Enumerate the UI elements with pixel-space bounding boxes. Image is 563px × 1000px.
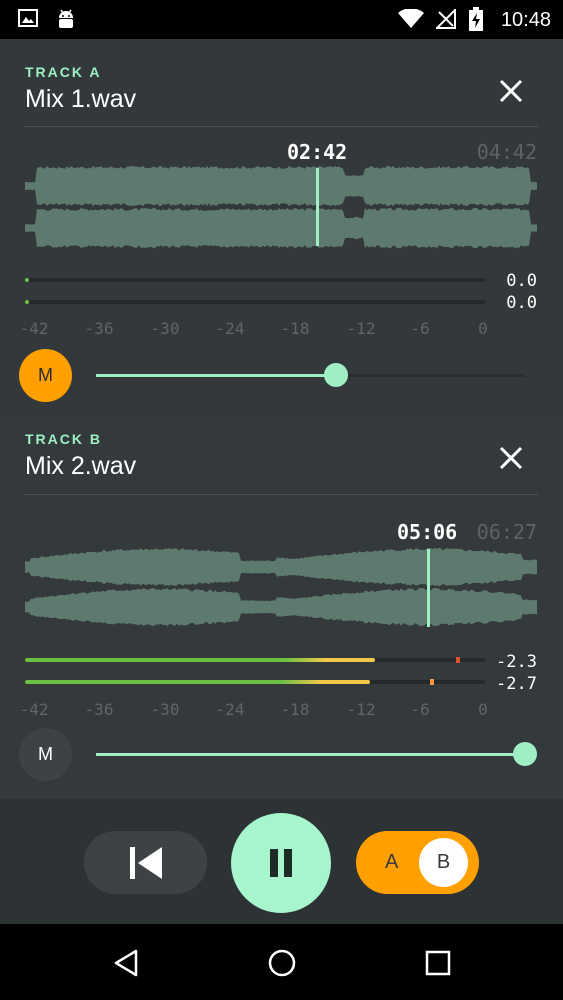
track-b-volume-thumb[interactable] [513, 742, 537, 766]
transport-controls: A B [0, 799, 563, 924]
track-a-meter-left-value: 0.0 [506, 271, 537, 291]
divider [25, 494, 538, 495]
scale-tick: -42 [19, 319, 49, 338]
track-b-meter-left-value: -2.3 [496, 652, 537, 672]
track-b-filename: Mix 2.wav [25, 452, 137, 480]
track-b-mute-button[interactable]: M [19, 728, 72, 781]
track-b-volume-fill [96, 753, 525, 756]
no-signal-icon [436, 9, 456, 29]
scale-tick: -6 [410, 319, 430, 338]
track-b-playhead[interactable] [427, 549, 430, 627]
track-b-waveform[interactable] [25, 547, 538, 627]
navigation-bar [0, 924, 563, 1000]
track-b-duration: 06:27 [476, 520, 537, 544]
scale-tick: -36 [84, 700, 114, 719]
track-b-meter-right-value: -2.7 [496, 674, 537, 694]
wifi-icon [398, 9, 424, 28]
track-a-waveform[interactable] [25, 165, 538, 249]
track-a-volume-thumb[interactable] [324, 363, 349, 387]
ab-option-a[interactable]: A [385, 851, 398, 874]
track-a-playhead[interactable] [316, 168, 319, 246]
waveform-channel [25, 587, 537, 627]
divider [25, 126, 538, 127]
scale-tick: -30 [150, 700, 180, 719]
back-icon[interactable] [112, 948, 140, 978]
scale-tick: -18 [280, 700, 310, 719]
waveform-channel [25, 207, 537, 249]
scale-tick: -42 [19, 700, 49, 719]
status-time: 10:48 [500, 9, 551, 31]
pause-icon [270, 849, 292, 877]
track-b-label: TRACK B [25, 431, 102, 447]
ab-switch[interactable]: A B [356, 831, 479, 894]
scale-tick: -24 [215, 319, 245, 338]
track-b-peak-right [430, 679, 434, 685]
track-b-meter-right [25, 679, 485, 685]
track-a-meter-left [25, 278, 485, 282]
track-b-meter-left [25, 657, 485, 663]
track-a-filename: Mix 1.wav [25, 85, 137, 113]
track-a-label: TRACK A [25, 64, 102, 80]
track-b-panel: TRACK B Mix 2.wav 05:06 06:27 -2.3 -2.7 … [0, 419, 563, 799]
ab-option-b[interactable]: B [419, 838, 468, 887]
track-a-position: 02:42 [287, 140, 348, 164]
track-a-volume-fill [96, 374, 337, 377]
track-a-db-scale: -42 -36 -30 -24 -18 -12 -6 0 [0, 319, 563, 339]
track-a-meter-right [25, 300, 485, 304]
track-b-position: 05:06 [397, 520, 458, 544]
skip-previous-button[interactable] [84, 831, 207, 894]
recents-icon[interactable] [424, 948, 452, 978]
scale-tick: -30 [150, 319, 180, 338]
home-icon[interactable] [267, 948, 297, 978]
scale-tick: -6 [410, 700, 430, 719]
scale-tick: 0 [478, 319, 488, 338]
close-icon[interactable] [497, 444, 525, 472]
scale-tick: 0 [478, 700, 488, 719]
android-icon [59, 9, 73, 28]
track-a-duration: 04:42 [476, 140, 537, 164]
scale-tick: -12 [346, 319, 376, 338]
track-a-meter-right-value: 0.0 [506, 293, 537, 313]
scale-tick: -36 [84, 319, 114, 338]
image-icon [18, 9, 38, 27]
track-a-mute-button[interactable]: M [19, 349, 72, 402]
track-a-panel: TRACK A Mix 1.wav 02:42 04:42 0.0 0.0 -4… [0, 39, 563, 419]
scale-tick: -24 [215, 700, 245, 719]
status-bar: 10:48 [0, 0, 563, 39]
track-b-peak-left [456, 657, 460, 663]
skip-previous-icon [129, 846, 162, 879]
scale-tick: -12 [346, 700, 376, 719]
pause-button[interactable] [231, 813, 331, 913]
track-b-db-scale: -42 -36 -30 -24 -18 -12 -6 0 [0, 700, 563, 720]
close-icon[interactable] [497, 77, 525, 105]
scale-tick: -18 [280, 319, 310, 338]
waveform-channel [25, 547, 537, 587]
battery-charging-icon [469, 7, 483, 31]
waveform-channel [25, 165, 537, 207]
